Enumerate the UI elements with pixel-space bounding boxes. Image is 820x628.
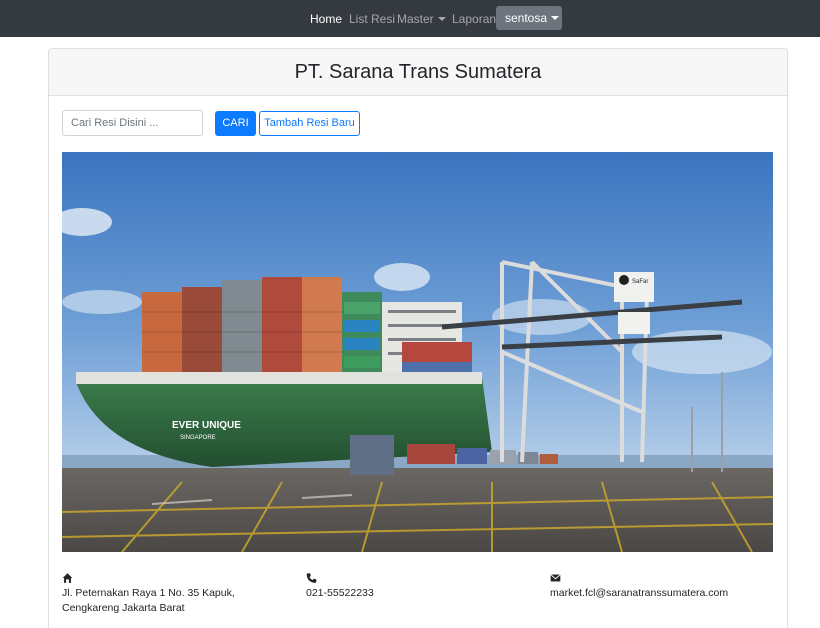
phone-icon (306, 573, 317, 583)
address-line-1: Jl. Peternakan Raya 1 No. 35 Kapuk, (62, 587, 235, 599)
email-block: market.fcl@saranatranssumatera.com (550, 572, 780, 601)
nav-master[interactable]: Master (397, 12, 446, 26)
nav-home[interactable]: Home (310, 12, 342, 26)
nav-list-resi[interactable]: List Resi (349, 12, 395, 26)
user-dropdown[interactable]: sentosa (496, 6, 562, 30)
home-icon (62, 573, 73, 583)
address-block: Jl. Peternakan Raya 1 No. 35 Kapuk, Ceng… (62, 572, 282, 616)
ship-name-text: EVER UNIQUE (172, 420, 241, 431)
main-card: PT. Sarana Trans Sumatera CARI Tambah Re… (48, 48, 788, 628)
envelope-icon (550, 574, 561, 582)
address-line-2: Cengkareng Jakarta Barat (62, 602, 185, 614)
search-input[interactable] (62, 110, 203, 136)
chevron-down-icon (551, 15, 560, 20)
phone-block: 021-55522233 (306, 572, 506, 601)
search-button[interactable]: CARI (215, 111, 256, 136)
user-name: sentosa (505, 11, 548, 25)
chevron-down-icon (437, 16, 446, 21)
top-navbar: Home List Resi Master Laporan sentosa (0, 0, 820, 37)
add-resi-button[interactable]: Tambah Resi Baru (259, 111, 360, 136)
card-header: PT. Sarana Trans Sumatera (49, 49, 787, 96)
nav-master-label: Master (397, 12, 434, 26)
phone-number: 021-55522233 (306, 587, 374, 599)
crane-brand-text: SaFar (632, 279, 648, 285)
nav-laporan[interactable]: Laporan (452, 12, 496, 26)
hero-image: EVER UNIQUE SINGAPORE SaFar (62, 152, 773, 552)
page-title: PT. Sarana Trans Sumatera (294, 61, 542, 83)
email-address: market.fcl@saranatranssumatera.com (550, 587, 729, 599)
ship-port-text: SINGAPORE (180, 435, 216, 441)
